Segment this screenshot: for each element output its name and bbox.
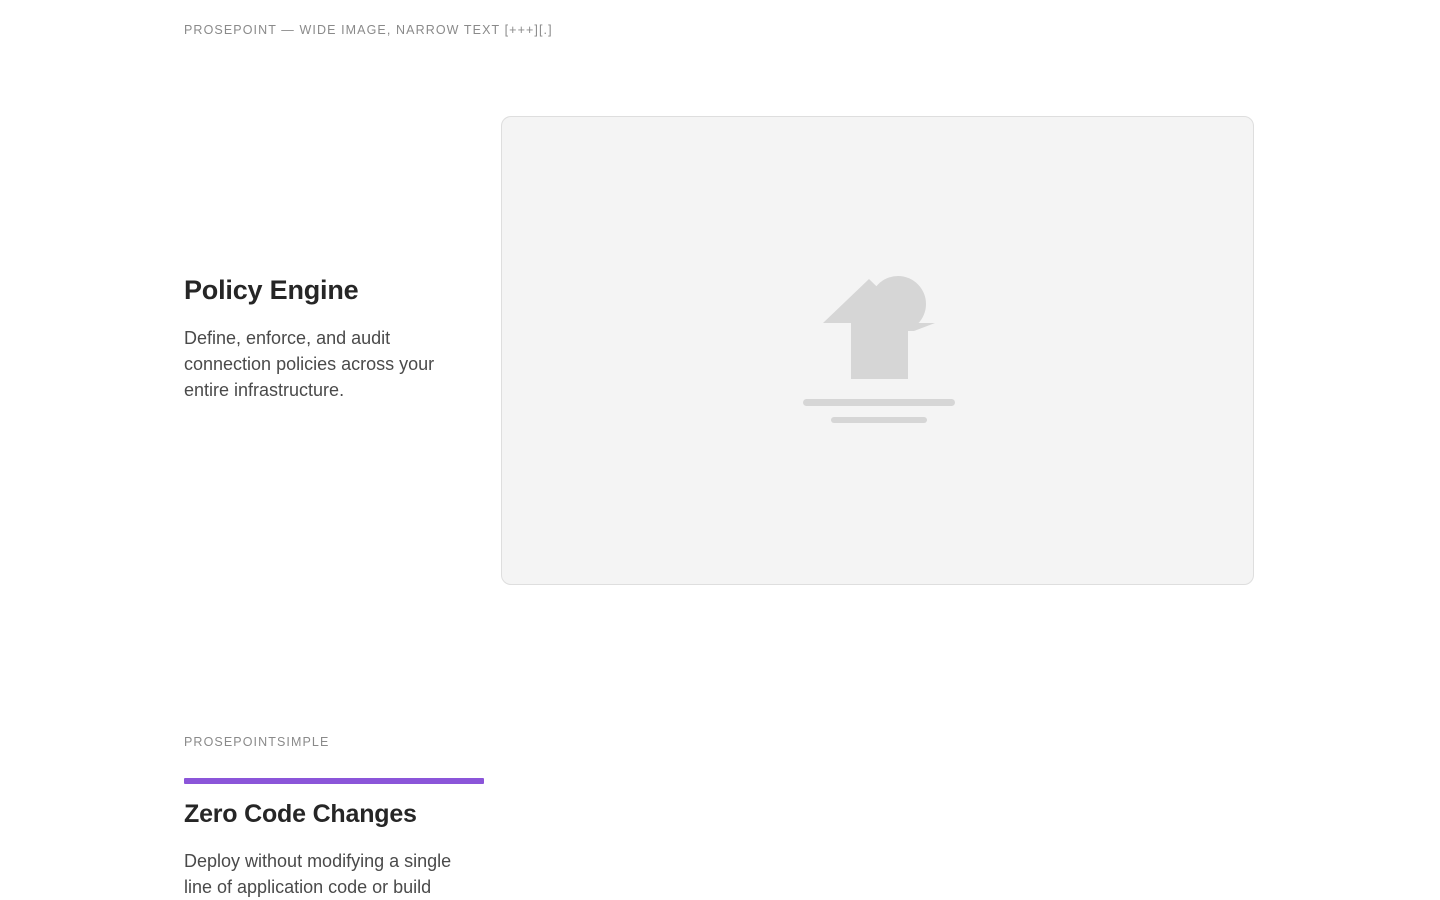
image-placeholder-icon — [803, 276, 955, 423]
accent-bar — [184, 778, 484, 784]
feature-description: Deploy without modifying a single line o… — [184, 851, 452, 897]
section-label: PROSEPOINTSIMPLE — [184, 735, 330, 749]
image-placeholder — [501, 116, 1254, 585]
feature-description: Define, enforce, and audit connection po… — [184, 328, 435, 400]
section-label: PROSEPOINT — WIDE IMAGE, NARROW TEXT [++… — [184, 23, 553, 37]
feature-title: Policy Engine — [184, 275, 359, 305]
feature-title: Zero Code Changes — [184, 800, 417, 828]
